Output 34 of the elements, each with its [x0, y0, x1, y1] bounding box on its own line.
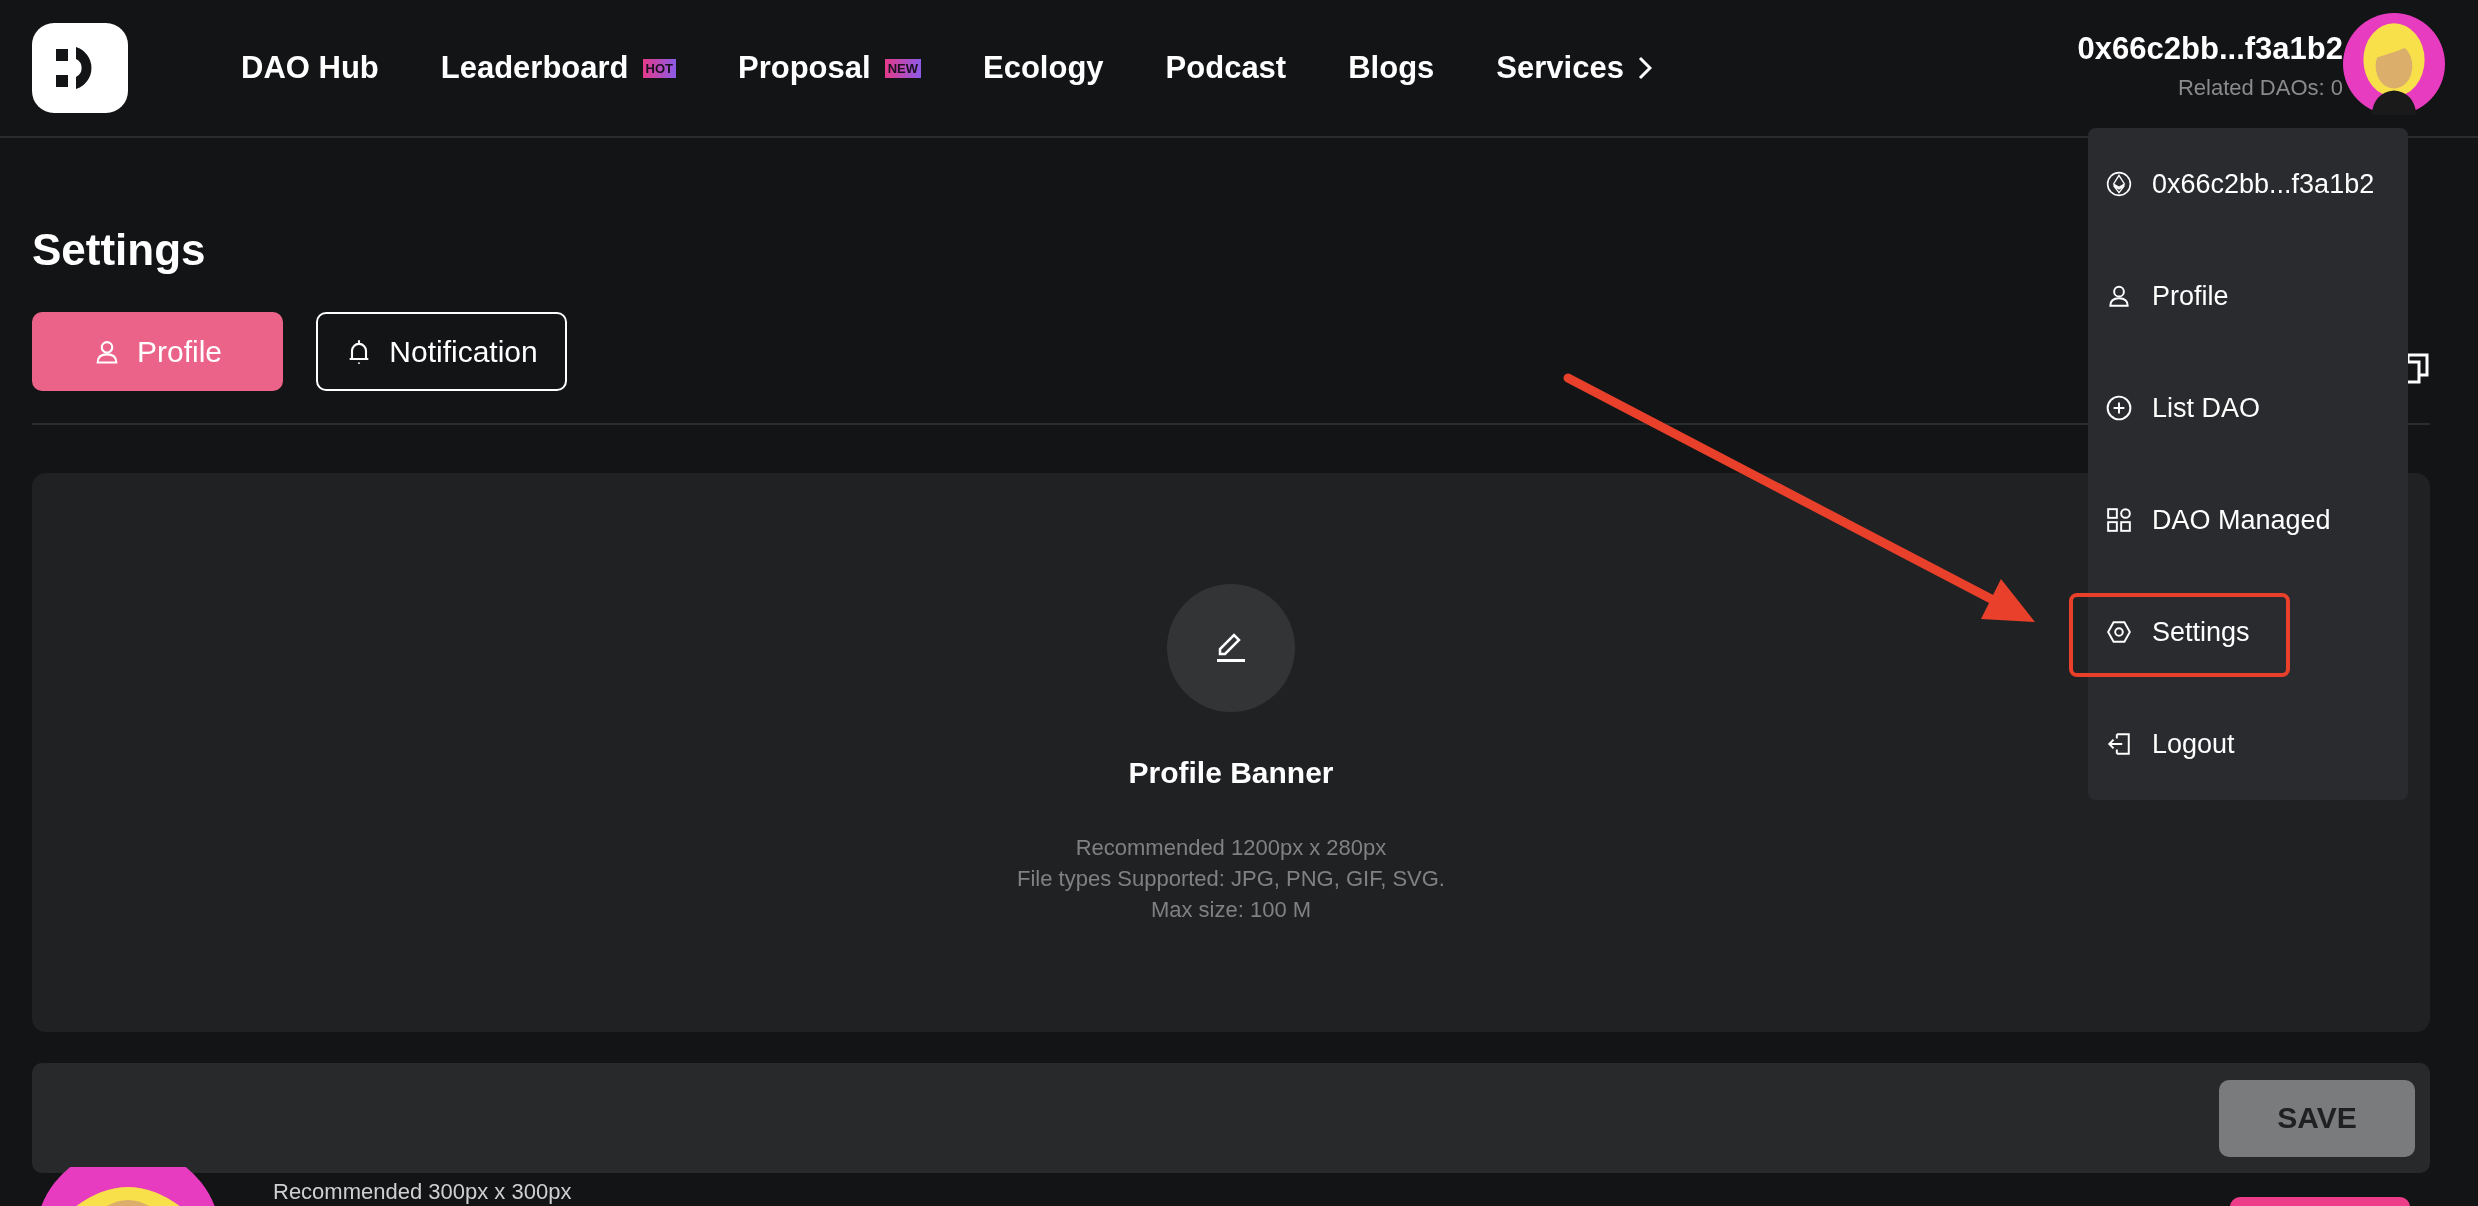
settings-icon: [2106, 619, 2132, 645]
nav-badge: HOT: [642, 58, 676, 78]
banner-title: Profile Banner: [1128, 756, 1334, 790]
nav-link[interactable]: Leaderboard: [440, 50, 629, 86]
nav-link[interactable]: Blogs: [1348, 50, 1435, 86]
menu-item[interactable]: 0x66c2bb...f3a1b2: [2088, 128, 2408, 240]
nav-badge: NEW: [884, 58, 921, 78]
menu-item[interactable]: List DAO: [2088, 352, 2408, 464]
related-daos-count: Related DAOs: 0: [2177, 75, 2343, 101]
tab[interactable]: Notification: [316, 312, 567, 391]
menu-item[interactable]: Logout: [2088, 688, 2408, 800]
page-title: Settings: [32, 228, 207, 272]
nav-link[interactable]: Services: [1496, 50, 1624, 86]
menu-item[interactable]: Profile: [2088, 240, 2408, 352]
plus-circle-icon: [2106, 395, 2132, 421]
upload-requirement: File types Supported: JPG, PNG, GIF, SVG.: [1017, 865, 1445, 893]
wallet-address[interactable]: 0x66c2bb...f3a1b2: [2077, 31, 2343, 67]
chevron-right-icon[interactable]: [1637, 56, 1652, 80]
upload-requirement: Max size: 100 M: [1150, 896, 1312, 924]
upload-requirement: Recommended 1200px x 280px: [1075, 834, 1387, 862]
save-button[interactable]: SAVE: [2219, 1079, 2415, 1157]
pencil-icon: [1216, 632, 1246, 664]
avatar[interactable]: [2343, 13, 2445, 115]
menu-item[interactable]: Settings: [2088, 576, 2408, 688]
logo-icon[interactable]: [32, 23, 128, 113]
user-icon: [2106, 283, 2132, 309]
nav-link[interactable]: DAO Hub: [241, 50, 379, 86]
nav-link[interactable]: Proposal: [738, 50, 871, 86]
nav-link[interactable]: Podcast: [1165, 50, 1287, 86]
logout-icon: [2106, 731, 2132, 757]
nav-link[interactable]: Ecology: [983, 50, 1104, 86]
avatar-requirement: Recommended 300px x 300px: [273, 1179, 572, 1205]
ethereum-icon: [2106, 171, 2132, 197]
grid-icon: [2106, 507, 2132, 533]
